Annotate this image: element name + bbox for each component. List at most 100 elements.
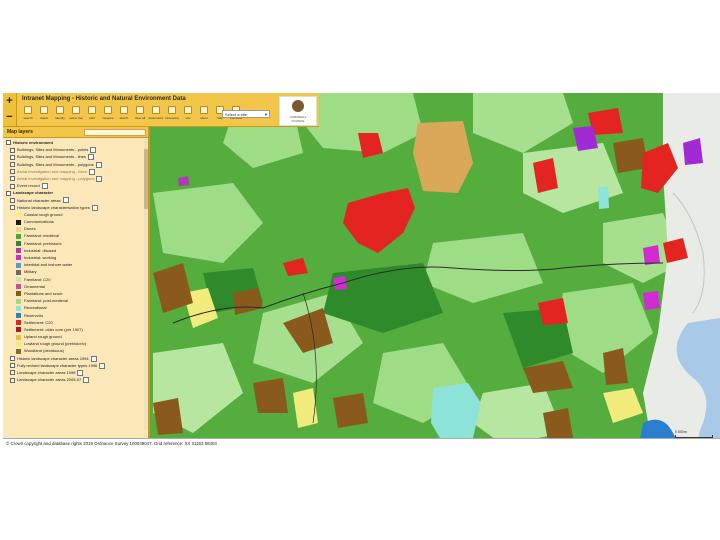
tool-button-1[interactable]: select — [37, 106, 51, 120]
layer-label: Woodland (deciduous) — [24, 348, 64, 354]
layer-checkbox[interactable] — [10, 169, 15, 175]
legend-swatch — [16, 277, 21, 282]
legend-swatch — [16, 298, 21, 304]
site-select-dropdown[interactable]: Select a site ▼ — [222, 110, 270, 118]
layer-checkbox[interactable] — [10, 363, 15, 369]
layer-label: Farmland: post-medieval — [24, 298, 69, 304]
legend-swatch — [16, 262, 21, 268]
layer-label: Farmland: medieval — [24, 233, 60, 239]
tool-icon — [120, 106, 128, 114]
layer-checkbox[interactable] — [10, 147, 15, 153]
tool-button-2[interactable]: identify — [53, 106, 67, 120]
layer-item[interactable]: Fully revised landscape character types … — [6, 362, 142, 369]
layer-item[interactable]: Historic environment — [6, 139, 142, 146]
legend-swatch — [16, 241, 21, 247]
site-select-value: Select a site — [225, 112, 247, 117]
tool-button-4[interactable]: print — [85, 106, 99, 120]
scrollbar-thumb[interactable] — [144, 149, 148, 209]
tool-label: select — [40, 116, 48, 120]
tool-button-6[interactable]: sketch — [117, 106, 131, 120]
layer-item[interactable]: Event record — [6, 182, 142, 190]
layer-label: Military — [24, 269, 37, 275]
tool-icon — [104, 106, 112, 114]
tool-button-8[interactable]: bookmarks — [149, 106, 163, 120]
layer-checkbox[interactable] — [10, 183, 15, 189]
layer-options-icon[interactable] — [99, 362, 106, 369]
layer-options-icon[interactable] — [96, 175, 103, 182]
layer-checkbox[interactable] — [10, 356, 15, 362]
layer-item[interactable]: Landscape character — [6, 189, 142, 196]
layer-options-icon[interactable] — [62, 197, 69, 204]
layer-checkbox[interactable] — [10, 176, 15, 182]
expand-toggle[interactable] — [6, 140, 11, 146]
legend-item: Woodland (deciduous) — [6, 347, 142, 354]
zoom-in-button[interactable]: + — [3, 93, 16, 109]
legend-swatch — [16, 348, 21, 354]
layer-options-icon[interactable] — [41, 183, 48, 190]
layers-panel-header: Map layers — [3, 127, 148, 138]
layer-checkbox[interactable] — [10, 205, 15, 211]
layer-options-icon[interactable] — [83, 377, 90, 384]
layer-label: Aerial investigation and mapping - lines — [17, 168, 87, 174]
legend-item: Settlement: older core (pre 1907) — [6, 326, 142, 333]
layer-checkbox[interactable] — [10, 162, 15, 167]
layer-item[interactable]: Historic landscape character areas 1994 — [6, 355, 142, 362]
layer-item[interactable]: Landscape character areas 1996 — [6, 369, 142, 376]
layer-label: National character areas — [17, 197, 61, 203]
plantation-area — [253, 378, 288, 413]
legend-item: Industrial: disused — [6, 247, 142, 254]
legend-swatch — [16, 327, 21, 333]
tool-button-10[interactable]: info — [181, 106, 195, 120]
app-title: Intranet Mapping - Historic and Natural … — [22, 96, 186, 102]
layer-label: Recreational — [24, 305, 47, 311]
legend-swatch — [16, 219, 21, 225]
tool-label: bookmarks — [148, 116, 164, 120]
layer-options-icon[interactable] — [95, 161, 102, 168]
tool-button-7[interactable]: clear all — [133, 106, 147, 120]
tool-button-11[interactable]: about — [197, 106, 211, 120]
tool-button-3[interactable]: select tool — [69, 106, 83, 120]
legend-item: Ornamental — [6, 283, 142, 290]
layer-label: Communications — [24, 219, 54, 225]
tool-label: sketch — [119, 116, 129, 120]
tool-button-0[interactable]: search — [21, 106, 35, 120]
legend-swatch — [16, 248, 21, 254]
layers-panel-scrollbar[interactable] — [144, 139, 148, 429]
legend-swatch — [16, 255, 21, 261]
layer-item[interactable]: Buildings, Sites and Monuments - polygon… — [6, 161, 142, 168]
layer-options-icon[interactable] — [91, 204, 98, 211]
layer-options-icon[interactable] — [90, 147, 97, 154]
layer-options-icon[interactable] — [87, 154, 94, 161]
layer-checkbox[interactable] — [10, 370, 15, 376]
scale-label: 0 500m — [675, 430, 687, 434]
scale-bar: 0 500m — [675, 430, 713, 438]
layer-label: Historic landscape character areas 1994 — [17, 355, 89, 361]
layer-label: Landscape character areas 1996 — [17, 370, 76, 375]
layer-label: Dunes — [24, 226, 36, 232]
zoom-out-button[interactable]: − — [3, 109, 16, 125]
legend-item: Farmland: post-medieval — [6, 297, 142, 304]
legend-item: Lowland rough ground (prehistoric) — [6, 340, 142, 347]
layer-item[interactable]: National character areas — [6, 197, 142, 204]
layer-label: Buildings, Sites and Monuments - points — [17, 147, 89, 153]
tool-label: info — [185, 116, 191, 120]
layer-checkbox[interactable] — [10, 154, 15, 160]
layer-options-icon[interactable] — [77, 369, 84, 376]
layer-checkbox[interactable] — [10, 197, 15, 203]
tool-button-5[interactable]: measure — [101, 106, 115, 120]
layer-item[interactable]: Buildings, Sites and Monuments - lines — [6, 153, 142, 161]
layer-options-icon[interactable] — [90, 355, 97, 362]
layer-options-icon[interactable] — [88, 168, 95, 175]
expand-toggle[interactable] — [6, 190, 11, 196]
legend-swatch — [16, 341, 21, 347]
layer-item[interactable]: Aerial investigation and mapping - polyg… — [6, 175, 142, 182]
layer-item[interactable]: Aerial investigation and mapping - lines — [6, 168, 142, 175]
layer-checkbox[interactable] — [10, 377, 15, 383]
layer-item[interactable]: Historic landscape characterisation type… — [6, 204, 142, 211]
layers-panel-title: Map layers — [7, 129, 33, 135]
layer-item[interactable]: Buildings, Sites and Monuments - points — [6, 146, 142, 154]
tool-button-9[interactable]: streetview — [165, 106, 179, 120]
layers-panel-slider[interactable] — [84, 129, 146, 136]
legend-item: Farmland: medieval — [6, 232, 142, 239]
layer-item[interactable]: Landscape character areas 2005-07 — [6, 376, 142, 384]
